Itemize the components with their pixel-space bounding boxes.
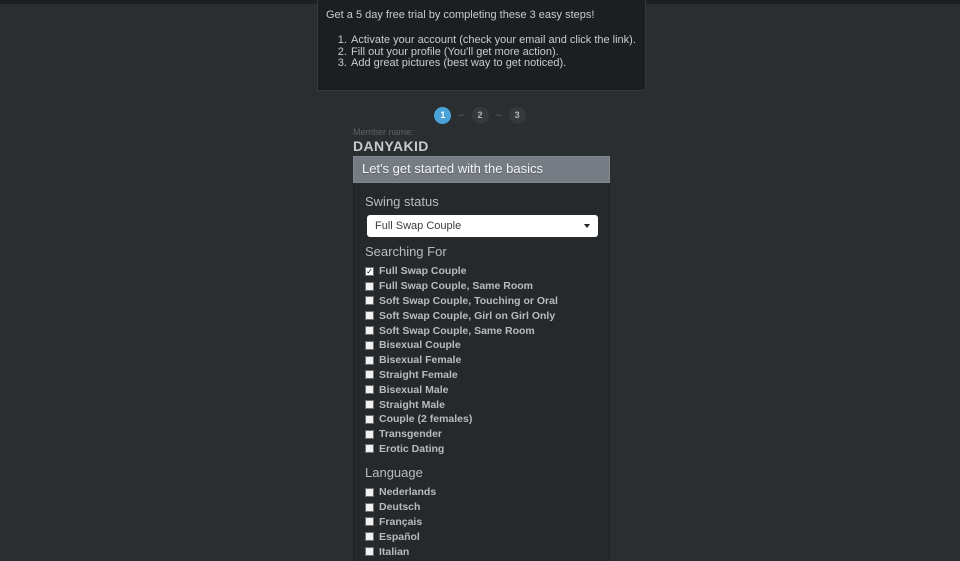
- checkbox-option-label: Español: [379, 531, 420, 543]
- step-3[interactable]: 3: [509, 107, 526, 124]
- checkbox-unchecked[interactable]: [365, 415, 374, 424]
- checkbox-option-label: Bisexual Female: [379, 354, 461, 366]
- checkbox-unchecked[interactable]: [365, 517, 374, 526]
- checkbox-option[interactable]: Français: [365, 515, 436, 530]
- checkbox-unchecked[interactable]: [365, 356, 374, 365]
- trial-step-item: Activate your account (check your email …: [350, 35, 637, 47]
- checkbox-unchecked[interactable]: [365, 400, 374, 409]
- basics-panel: Swing status Full Swap Couple Searching …: [353, 183, 610, 561]
- step-indicator: 1–2–3: [0, 106, 960, 124]
- swing-status-selected-value: Full Swap Couple: [375, 220, 461, 232]
- member-name-value: DANYAKID: [353, 138, 429, 154]
- checkbox-checked[interactable]: [365, 267, 374, 276]
- checkbox-unchecked[interactable]: [365, 488, 374, 497]
- checkbox-option[interactable]: Bisexual Male: [365, 382, 558, 397]
- checkbox-option-label: Bisexual Couple: [379, 339, 461, 351]
- checkbox-option[interactable]: Soft Swap Couple, Girl on Girl Only: [365, 308, 558, 323]
- checkbox-option[interactable]: Couple (2 females): [365, 412, 558, 427]
- trial-steps-list: Activate your account (check your email …: [326, 35, 637, 70]
- checkbox-option[interactable]: Full Swap Couple, Same Room: [365, 279, 558, 294]
- checkbox-unchecked[interactable]: [365, 532, 374, 541]
- checkbox-unchecked[interactable]: [365, 311, 374, 320]
- checkbox-option-label: Français: [379, 516, 422, 528]
- checkbox-option[interactable]: Full Swap Couple: [365, 264, 558, 279]
- checkbox-unchecked[interactable]: [365, 547, 374, 556]
- checkbox-option[interactable]: Soft Swap Couple, Same Room: [365, 323, 558, 338]
- checkbox-option-label: Transgender: [379, 428, 442, 440]
- checkbox-option[interactable]: Nederlands: [365, 485, 436, 500]
- checkbox-option-label: Soft Swap Couple, Girl on Girl Only: [379, 310, 555, 322]
- checkbox-unchecked[interactable]: [365, 430, 374, 439]
- trial-step-item: Add great pictures (best way to get noti…: [350, 58, 637, 70]
- checkbox-option-label: Deutsch: [379, 501, 420, 513]
- panel-header: Let's get started with the basics: [353, 156, 610, 183]
- checkbox-unchecked[interactable]: [365, 296, 374, 305]
- step-separator: –: [458, 109, 464, 121]
- checkbox-option[interactable]: Erotic Dating: [365, 442, 558, 457]
- swing-status-heading: Swing status: [365, 194, 439, 209]
- checkbox-option-label: Straight Male: [379, 399, 445, 411]
- checkbox-option[interactable]: Straight Female: [365, 368, 558, 383]
- checkbox-option-label: Erotic Dating: [379, 443, 444, 455]
- step-1-active[interactable]: 1: [434, 107, 451, 124]
- checkbox-option-label: Straight Female: [379, 369, 458, 381]
- checkbox-option[interactable]: Bisexual Couple: [365, 338, 558, 353]
- checkbox-option-label: Bisexual Male: [379, 384, 448, 396]
- language-list: Nederlands Deutsch Français Español Italian: [365, 485, 436, 559]
- checkbox-option-label: Full Swap Couple: [379, 265, 467, 277]
- checkbox-unchecked[interactable]: [365, 503, 374, 512]
- checkbox-option-label: Soft Swap Couple, Same Room: [379, 325, 535, 337]
- searching-for-heading: Searching For: [365, 244, 447, 259]
- checkbox-option-label: Nederlands: [379, 486, 436, 498]
- checkbox-option-label: Full Swap Couple, Same Room: [379, 280, 533, 292]
- checkbox-unchecked[interactable]: [365, 341, 374, 350]
- checkbox-option[interactable]: Español: [365, 529, 436, 544]
- checkbox-option[interactable]: Straight Male: [365, 397, 558, 412]
- checkbox-option-label: Couple (2 females): [379, 413, 472, 425]
- checkbox-unchecked[interactable]: [365, 370, 374, 379]
- member-name-label: Member name:: [353, 127, 429, 137]
- language-heading: Language: [365, 465, 423, 480]
- checkbox-unchecked[interactable]: [365, 326, 374, 335]
- checkbox-unchecked[interactable]: [365, 282, 374, 291]
- trial-info-box: Get a 5 day free trial by completing the…: [317, 0, 646, 91]
- checkbox-option-label: Soft Swap Couple, Touching or Oral: [379, 295, 558, 307]
- chevron-down-icon: [584, 224, 590, 228]
- checkbox-option-label: Italian: [379, 546, 409, 558]
- checkbox-option[interactable]: Transgender: [365, 427, 558, 442]
- checkbox-option[interactable]: Soft Swap Couple, Touching or Oral: [365, 294, 558, 309]
- checkbox-unchecked[interactable]: [365, 385, 374, 394]
- step-2[interactable]: 2: [472, 107, 489, 124]
- checkbox-option[interactable]: Italian: [365, 544, 436, 559]
- checkbox-option[interactable]: Deutsch: [365, 500, 436, 515]
- checkbox-unchecked[interactable]: [365, 444, 374, 453]
- trial-intro-text: Get a 5 day free trial by completing the…: [326, 9, 637, 22]
- searching-for-list: Full Swap Couple Full Swap Couple, Same R…: [365, 264, 558, 456]
- step-separator: –: [496, 109, 502, 121]
- member-block: Member name: DANYAKID: [353, 127, 429, 154]
- checkbox-option[interactable]: Bisexual Female: [365, 353, 558, 368]
- swing-status-select[interactable]: Full Swap Couple: [367, 215, 598, 237]
